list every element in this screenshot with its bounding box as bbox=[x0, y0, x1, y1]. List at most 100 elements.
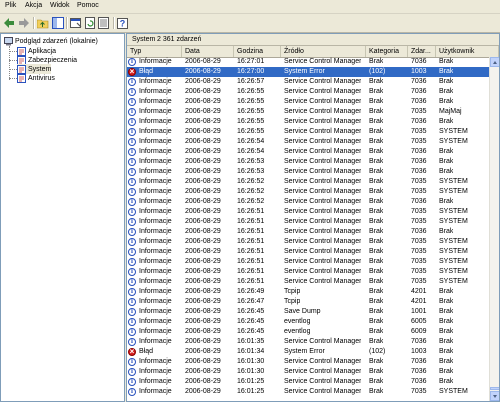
cell-date: 2006-08-29 bbox=[185, 388, 221, 395]
cell-user: SYSTEM bbox=[439, 388, 468, 395]
table-row[interactable]: Informacje 2006-08-29 16:26:55 Service Cont… bbox=[127, 107, 489, 117]
table-row[interactable]: Informacje 2006-08-29 16:26:55 Service Cont… bbox=[127, 87, 489, 97]
vertical-scrollbar[interactable] bbox=[489, 57, 499, 401]
table-row[interactable]: Informacje 2006-08-29 16:26:51 Service Cont… bbox=[127, 217, 489, 227]
menu-akcja[interactable]: Akcja bbox=[25, 2, 42, 9]
tree-item-antivirus[interactable]: Antivirus bbox=[17, 73, 55, 83]
cell-time: 16:26:54 bbox=[237, 138, 265, 145]
cell-type: Informacje bbox=[139, 148, 172, 155]
menu-plik[interactable]: Plik bbox=[5, 2, 16, 9]
table-row[interactable]: Informacje 2006-08-29 16:01:30 Service Cont… bbox=[127, 367, 489, 377]
help-icon[interactable]: ? bbox=[117, 17, 129, 29]
column-header-data[interactable]: Data bbox=[182, 46, 234, 57]
cell-type: Informacje bbox=[139, 288, 172, 295]
column-header-uzytkownik[interactable]: Użytkownik bbox=[436, 46, 499, 57]
cell-date: 2006-08-29 bbox=[185, 188, 221, 195]
table-row[interactable]: Informacje 2006-08-29 16:26:52 Service Cont… bbox=[127, 197, 489, 207]
table-row[interactable]: Informacje 2006-08-29 16:01:30 Service Cont… bbox=[127, 357, 489, 367]
table-row[interactable]: Informacje 2006-08-29 16:26:51 Service Cont… bbox=[127, 257, 489, 267]
tree-item-label: Zabezpieczenia bbox=[28, 56, 78, 64]
info-icon bbox=[128, 147, 136, 156]
back-arrow-icon[interactable] bbox=[3, 17, 15, 29]
menu-widok[interactable]: Widok bbox=[50, 2, 69, 9]
table-row[interactable]: Informacje 2006-08-29 16:26:51 Service Cont… bbox=[127, 247, 489, 257]
table-row[interactable]: Informacje 2006-08-29 16:26:51 Service Cont… bbox=[127, 227, 489, 237]
table-row[interactable]: Informacje 2006-08-29 16:01:25 Service Cont… bbox=[127, 377, 489, 387]
up-folder-icon[interactable] bbox=[37, 17, 49, 29]
table-row[interactable]: Informacje 2006-08-29 16:01:25 Service Cont… bbox=[127, 387, 489, 397]
properties-icon[interactable] bbox=[70, 17, 82, 29]
table-row[interactable]: Informacje 2006-08-29 16:26:52 Service Cont… bbox=[127, 187, 489, 197]
menu-pomoc[interactable]: Pomoc bbox=[77, 2, 99, 9]
cell-source: Service Control Manager bbox=[284, 188, 362, 195]
cell-source: Service Control Manager bbox=[284, 258, 362, 265]
table-row[interactable]: Informacje 2006-08-29 16:26:45 Save Dump Bra… bbox=[127, 307, 489, 317]
table-row[interactable]: Informacje 2006-08-29 16:26:55 Service Cont… bbox=[127, 117, 489, 127]
info-icon bbox=[128, 307, 136, 316]
export-list-icon[interactable] bbox=[98, 17, 110, 29]
cell-type: Informacje bbox=[139, 58, 172, 65]
cell-category: Brak bbox=[369, 138, 384, 145]
column-header-typ[interactable]: Typ bbox=[127, 46, 182, 57]
table-row[interactable]: Informacje 2006-08-29 16:26:53 Service Cont… bbox=[127, 157, 489, 167]
table-row[interactable]: Informacje 2006-08-29 16:26:55 Service Cont… bbox=[127, 127, 489, 137]
cell-source: Service Control Manager bbox=[284, 208, 362, 215]
show-hide-tree-icon[interactable] bbox=[52, 17, 64, 29]
table-row[interactable]: Informacje 2006-08-29 16:26:52 Service Cont… bbox=[127, 177, 489, 187]
info-icon bbox=[128, 167, 136, 176]
column-header-godzina[interactable]: Godzina bbox=[234, 46, 281, 57]
cell-event: 7036 bbox=[411, 148, 427, 155]
table-row[interactable]: Informacje 2006-08-29 16:26:51 Service Cont… bbox=[127, 277, 489, 287]
column-header-kategoria[interactable]: Kategoria bbox=[366, 46, 408, 57]
cell-time: 16:26:55 bbox=[237, 128, 265, 135]
table-row[interactable]: Informacje 2006-08-29 16:26:54 Service Cont… bbox=[127, 147, 489, 157]
event-list: Informacje 2006-08-29 16:27:01 Service Cont… bbox=[127, 57, 489, 401]
scroll-thumb[interactable] bbox=[490, 387, 499, 390]
table-row[interactable]: Informacje 2006-08-29 16:26:53 Service Cont… bbox=[127, 167, 489, 177]
cell-date: 2006-08-29 bbox=[185, 68, 221, 75]
table-row[interactable]: Informacje 2006-08-29 16:27:01 Service Cont… bbox=[127, 57, 489, 67]
cell-event: 7036 bbox=[411, 368, 427, 375]
cell-user: SYSTEM bbox=[439, 208, 468, 215]
table-row[interactable]: Informacje 2006-08-29 16:26:51 Service Cont… bbox=[127, 267, 489, 277]
cell-source: Service Control Manager bbox=[284, 138, 362, 145]
cell-type: Informacje bbox=[139, 378, 172, 385]
table-row[interactable]: Informacje 2006-08-29 16:26:45 eventlog Brak… bbox=[127, 317, 489, 327]
cell-event: 4201 bbox=[411, 288, 427, 295]
refresh-icon[interactable] bbox=[84, 17, 96, 29]
scroll-up-button[interactable] bbox=[490, 57, 499, 67]
table-row[interactable]: Błąd 2006-08-29 16:01:34 System Error (102) 1… bbox=[127, 347, 489, 357]
table-row[interactable]: Informacje 2006-08-29 16:26:55 Service Cont… bbox=[127, 97, 489, 107]
cell-event: 7035 bbox=[411, 208, 427, 215]
cell-time: 16:26:49 bbox=[237, 288, 265, 295]
cell-date: 2006-08-29 bbox=[185, 278, 221, 285]
table-row[interactable]: Informacje 2006-08-29 16:26:45 eventlog Brak… bbox=[127, 327, 489, 337]
cell-user: SYSTEM bbox=[439, 278, 468, 285]
cell-event: 7035 bbox=[411, 248, 427, 255]
table-row[interactable]: Informacje 2006-08-29 16:01:35 Service Cont… bbox=[127, 337, 489, 347]
column-header-zrodlo[interactable]: Źródło bbox=[281, 46, 366, 57]
table-row[interactable]: Informacje 2006-08-29 16:26:47 Tcpip Brak 420… bbox=[127, 297, 489, 307]
cell-type: Informacje bbox=[139, 158, 172, 165]
tree-root[interactable]: Podgląd zdarzeń (lokalnie) bbox=[4, 36, 98, 46]
cell-time: 16:26:51 bbox=[237, 208, 265, 215]
table-row[interactable]: Informacje 2006-08-29 16:26:57 Service Cont… bbox=[127, 77, 489, 87]
cell-date: 2006-08-29 bbox=[185, 138, 221, 145]
scroll-down-button[interactable] bbox=[490, 391, 499, 401]
cell-type: Informacje bbox=[139, 368, 172, 375]
forward-arrow-icon[interactable] bbox=[18, 17, 30, 29]
table-row[interactable]: Informacje 2006-08-29 16:26:54 Service Cont… bbox=[127, 137, 489, 147]
table-row[interactable]: Informacje 2006-08-29 16:26:49 Tcpip Brak 420… bbox=[127, 287, 489, 297]
error-icon bbox=[128, 67, 136, 76]
table-row[interactable]: Informacje 2006-08-29 16:26:51 Service Cont… bbox=[127, 237, 489, 247]
table-row[interactable]: Informacje 2006-08-29 16:26:51 Service Cont… bbox=[127, 207, 489, 217]
column-header-zdarzenie[interactable]: Zdar... bbox=[408, 46, 436, 57]
info-icon bbox=[128, 217, 136, 226]
cell-source: Service Control Manager bbox=[284, 248, 362, 255]
table-row[interactable]: Błąd 2006-08-29 16:27:00 System Error (102) 1… bbox=[127, 67, 489, 77]
cell-source: Service Control Manager bbox=[284, 368, 362, 375]
cell-category: Brak bbox=[369, 328, 384, 335]
cell-user: Brak bbox=[439, 318, 454, 325]
cell-user: MajMaj bbox=[439, 108, 462, 115]
info-icon bbox=[128, 317, 136, 326]
